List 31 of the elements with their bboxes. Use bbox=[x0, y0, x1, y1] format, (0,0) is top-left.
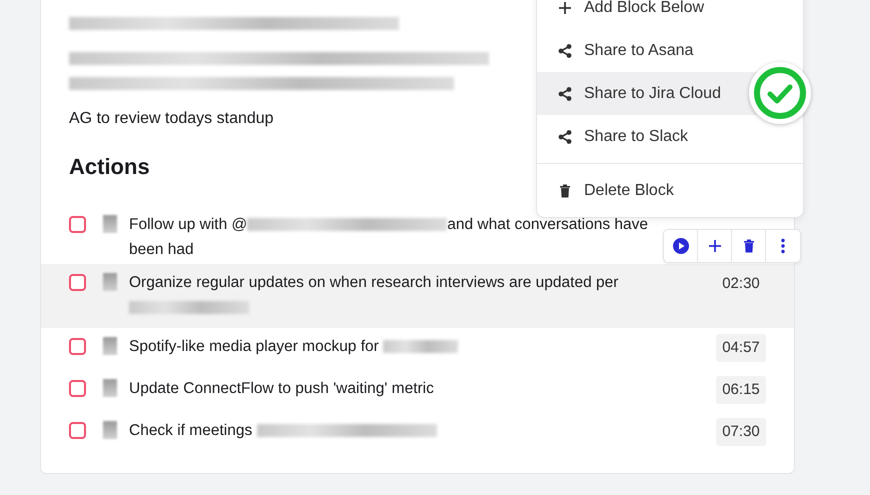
note-text: AG to review todays standup bbox=[69, 110, 274, 127]
avatar bbox=[103, 273, 117, 291]
checkbox[interactable] bbox=[69, 422, 86, 439]
menu-item[interactable]: Share to Slack bbox=[537, 115, 803, 158]
timestamp[interactable]: 07:30 bbox=[716, 418, 766, 446]
action-text: Spotify-like media player mockup for bbox=[129, 334, 674, 359]
timestamp[interactable]: 06:15 bbox=[716, 376, 766, 404]
plus-icon bbox=[557, 0, 573, 16]
checkbox[interactable] bbox=[69, 380, 86, 397]
more-icon bbox=[780, 238, 786, 254]
trash-icon bbox=[557, 182, 573, 198]
action-text: Check if meetings bbox=[129, 418, 674, 443]
share-icon bbox=[557, 42, 573, 58]
share-icon bbox=[557, 128, 573, 144]
avatar bbox=[103, 215, 117, 233]
action-text: Organize regular updates on when research interviews are updated per bbox=[129, 270, 674, 320]
section-heading: Actions bbox=[69, 153, 151, 181]
menu-item[interactable]: Add Block Below bbox=[537, 0, 803, 29]
avatar bbox=[103, 379, 117, 397]
play-icon bbox=[672, 237, 690, 255]
menu-item[interactable]: Delete Block bbox=[537, 169, 803, 212]
share-icon bbox=[557, 86, 573, 102]
plus-icon bbox=[706, 238, 722, 254]
checkbox[interactable] bbox=[69, 338, 86, 355]
avatar bbox=[103, 337, 117, 355]
action-text: Update ConnectFlow to push 'waiting' metric bbox=[129, 379, 435, 399]
avatar bbox=[103, 421, 117, 439]
timestamp[interactable]: 04:57 bbox=[716, 334, 766, 362]
checkbox[interactable] bbox=[69, 216, 86, 233]
menu-item[interactable]: Share to Asana bbox=[537, 29, 803, 72]
checkbox[interactable] bbox=[69, 274, 86, 291]
